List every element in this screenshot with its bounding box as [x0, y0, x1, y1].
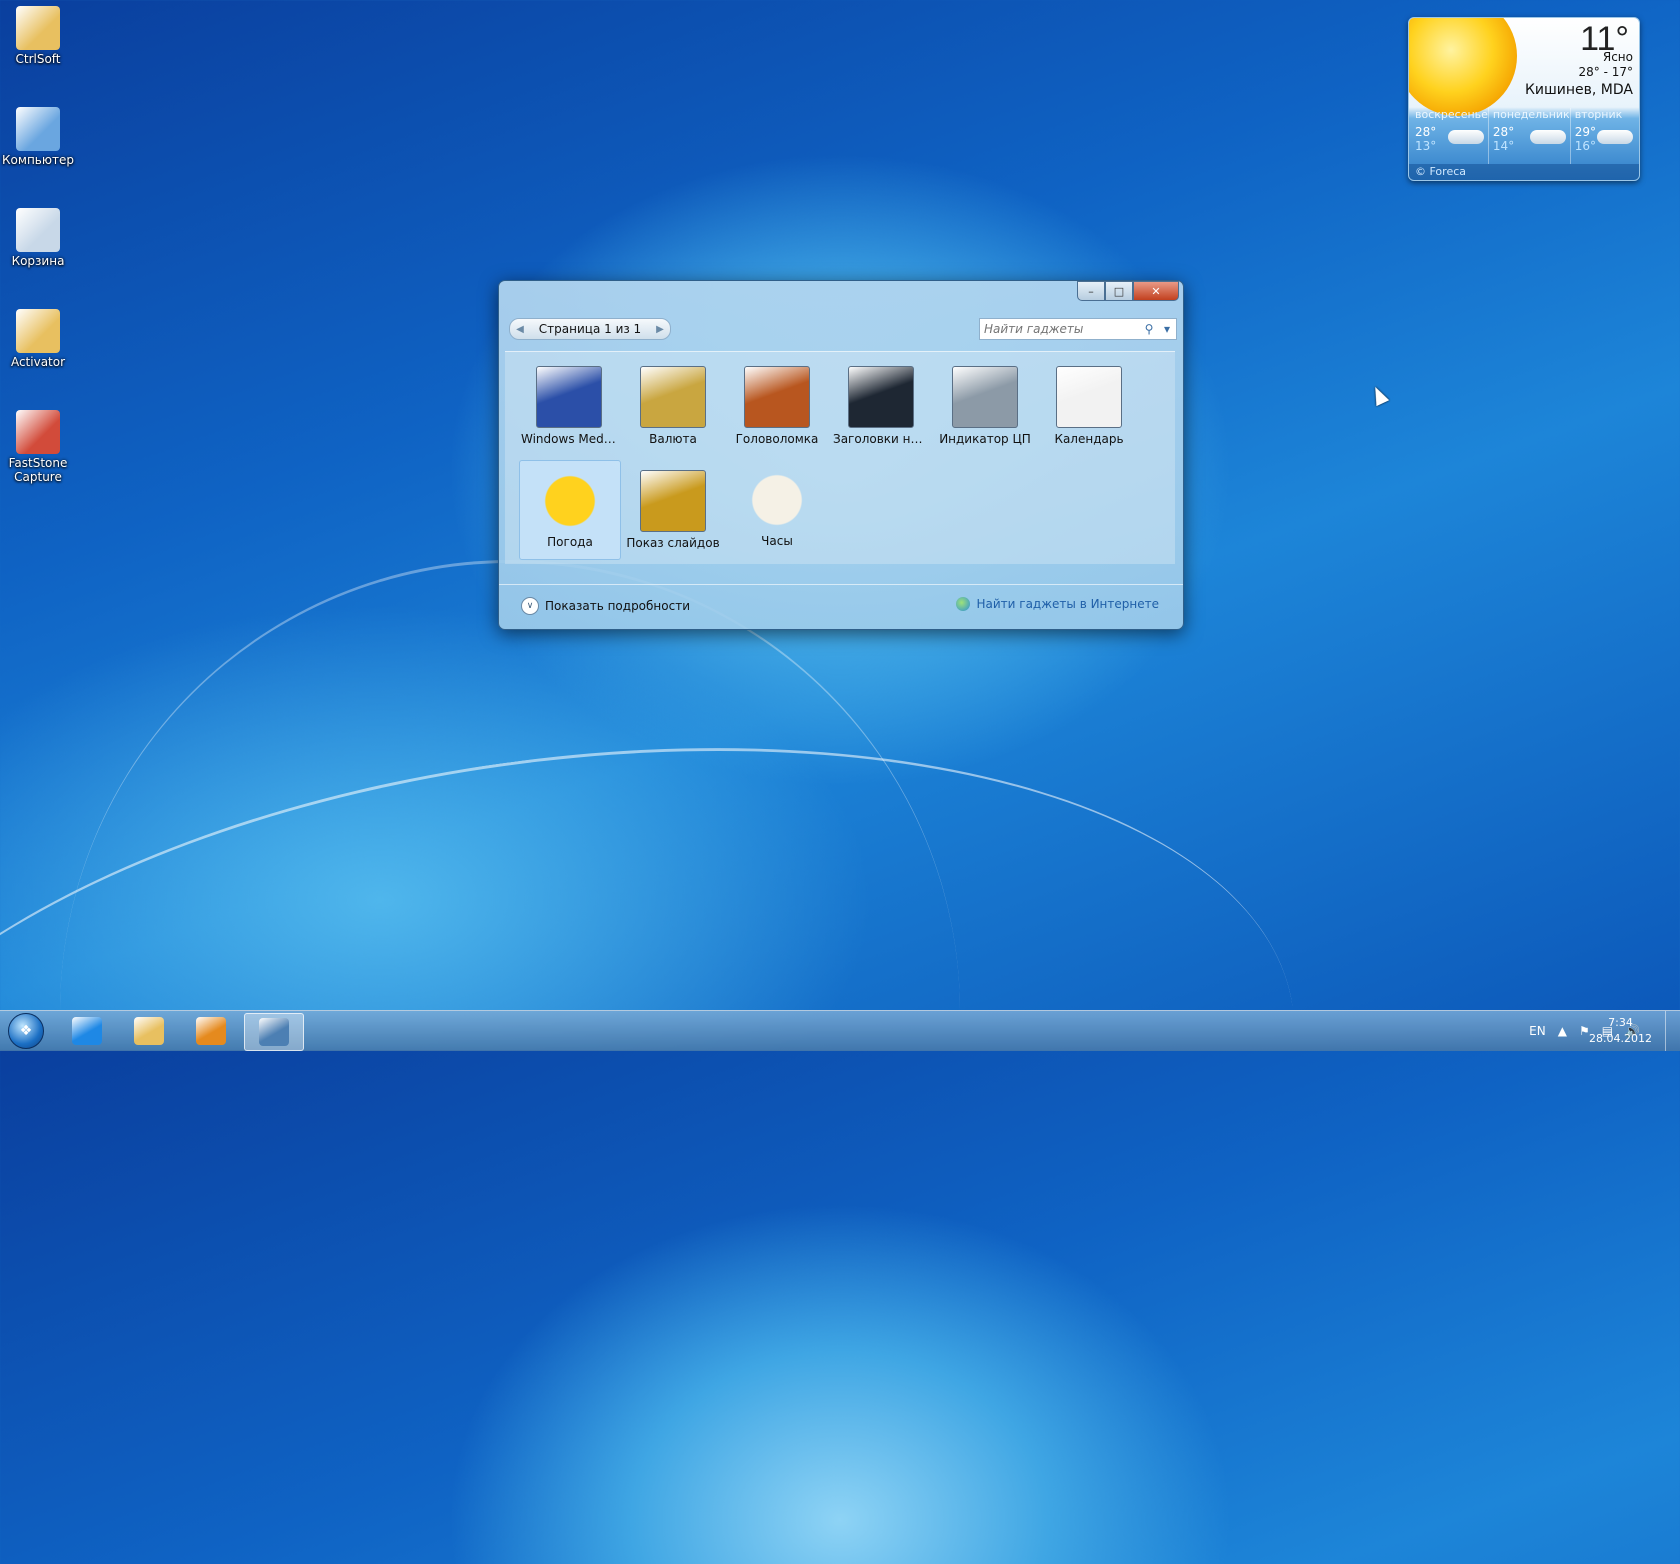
desktop-icon-label: Корзина — [11, 254, 65, 268]
taskbar: ❖ EN ▲ ⚑ ▤ 🔊 7:34 28.04.2012 — [0, 1010, 1680, 1051]
language-indicator[interactable]: EN — [1529, 1024, 1546, 1038]
gadget-tile[interactable]: Календарь — [1039, 356, 1139, 454]
puzzle-icon — [744, 366, 810, 428]
computer-icon — [16, 107, 60, 151]
desktop-icon[interactable]: Activator — [0, 303, 76, 369]
gadget-label: Часы — [761, 534, 793, 548]
desktop-icon-label: Компьютер — [2, 153, 74, 167]
gadget-tile[interactable]: Индикатор ЦП — [935, 356, 1035, 454]
clock-time: 7:34 — [1608, 1016, 1633, 1029]
forecast-day-name: понедельник — [1492, 108, 1570, 121]
forecast-day-name: вторник — [1574, 108, 1623, 121]
show-hidden-icons[interactable]: ▲ — [1558, 1024, 1567, 1038]
weather-provider[interactable]: © Foreca — [1409, 164, 1639, 180]
file-explorer-icon — [134, 1017, 164, 1045]
currency-icon — [640, 366, 706, 428]
taskbar-button[interactable] — [244, 1013, 304, 1051]
gadget-tile[interactable]: Windows Media... — [519, 356, 619, 454]
gadget-grid: Windows Media... Валюта Головоломка Заголов… — [505, 351, 1175, 564]
gadget-search: ⚲ ▾ — [979, 318, 1177, 340]
cloud-icon — [1597, 130, 1633, 144]
search-input[interactable] — [980, 321, 1140, 337]
windows-logo-icon: ❖ — [8, 1013, 44, 1049]
start-button[interactable]: ❖ — [2, 1011, 50, 1051]
window-controls: – □ ✕ — [1077, 281, 1179, 301]
page-navigator: ◀ Страница 1 из 1 ▶ — [509, 318, 671, 340]
gadget-tile[interactable]: Заголовки нов... — [831, 356, 931, 454]
show-details-label: Показать подробности — [545, 599, 690, 613]
forecast-day: вторник 29° 16° — [1571, 108, 1637, 164]
desktop-icon[interactable]: CtrlSoft — [0, 0, 76, 66]
faststone-capture-icon — [16, 410, 60, 454]
show-details-toggle[interactable]: ∨ Показать подробности — [521, 597, 690, 615]
feed-headlines-icon — [848, 366, 914, 428]
desktop-icon-label: FastStone Capture — [8, 456, 68, 484]
desktop-icon-label: CtrlSoft — [15, 52, 61, 66]
desktop-icon[interactable]: Компьютер — [0, 101, 76, 167]
desktop-icon[interactable]: Корзина — [0, 202, 76, 268]
gadget-label: Погода — [547, 535, 593, 549]
cpu-meter-icon — [952, 366, 1018, 428]
gadget-tile[interactable]: Головоломка — [727, 356, 827, 454]
close-button[interactable]: ✕ — [1133, 281, 1179, 301]
chevron-down-icon[interactable]: ▾ — [1158, 322, 1176, 336]
gadget-tile[interactable]: Погода — [519, 460, 621, 560]
gadget-label: Windows Media... — [521, 432, 619, 446]
forecast-day: понедельник 28° 14° — [1489, 108, 1571, 164]
weather-city: Кишинев, MDA — [1524, 82, 1633, 98]
sun-icon — [1409, 18, 1517, 116]
gadget-gallery-window: – □ ✕ ◀ Страница 1 из 1 ▶ ⚲ ▾ Windows Me… — [498, 280, 1184, 630]
gadget-label: Индикатор ЦП — [939, 432, 1031, 446]
folder-icon — [16, 309, 60, 353]
gadget-label: Календарь — [1054, 432, 1124, 446]
maximize-button[interactable]: □ — [1105, 281, 1133, 301]
page-indicator: Страница 1 из 1 — [538, 322, 642, 336]
gadget-label: Валюта — [649, 432, 697, 446]
mouse-cursor — [1368, 383, 1390, 407]
weather-condition: Ясно — [1602, 50, 1633, 64]
weather-gadget[interactable]: 11° Ясно 28° - 17° Кишинев, MDA воскресе… — [1408, 17, 1640, 181]
temperature-range: 28° - 17° — [1578, 65, 1634, 79]
weather-sun-icon — [538, 471, 602, 531]
get-more-gadgets-link[interactable]: Найти гаджеты в Интернете — [956, 597, 1159, 611]
gadget-tile[interactable]: Валюта — [623, 356, 723, 454]
show-desktop-button[interactable] — [1665, 1011, 1680, 1051]
chevron-down-icon: ∨ — [521, 597, 539, 615]
gallery-footer: ∨ Показать подробности Найти гаджеты в И… — [499, 584, 1183, 629]
desktop-icon[interactable]: FastStone Capture — [0, 404, 76, 484]
cloud-icon — [1529, 130, 1566, 144]
slideshow-icon — [640, 470, 706, 532]
gadget-label: Головоломка — [735, 432, 819, 446]
search-icon[interactable]: ⚲ — [1140, 322, 1158, 336]
clock-icon — [745, 470, 809, 530]
clock-date: 28.04.2012 — [1589, 1032, 1652, 1045]
recycle-bin-icon — [16, 208, 60, 252]
clock[interactable]: 7:34 28.04.2012 — [1589, 1015, 1652, 1047]
forecast-list: воскресенье 28° 13° понедельник 28° 14° … — [1411, 108, 1637, 164]
gadget-label: Заголовки нов... — [833, 432, 931, 446]
taskbar-button[interactable] — [182, 1013, 240, 1049]
gadget-tile[interactable]: Показ слайдов — [623, 460, 723, 558]
previous-page-button[interactable]: ◀ — [510, 319, 530, 339]
forecast-day-name: воскресенье — [1415, 108, 1488, 121]
globe-icon — [956, 597, 971, 611]
gadgets-icon — [259, 1018, 289, 1046]
windows-media-center-icon — [536, 366, 602, 428]
taskbar-button[interactable] — [120, 1013, 178, 1049]
forecast-day: воскресенье 28° 13° — [1411, 108, 1489, 164]
next-page-button[interactable]: ▶ — [650, 319, 670, 339]
folder-user-icon — [16, 6, 60, 50]
taskbar-button[interactable] — [58, 1013, 116, 1049]
desktop-icon-label: Activator — [10, 355, 66, 369]
gadget-label: Показ слайдов — [626, 536, 720, 550]
online-link-label: Найти гаджеты в Интернете — [976, 597, 1159, 611]
cloud-icon — [1447, 130, 1484, 144]
media-player-icon — [196, 1017, 226, 1045]
internet-explorer-icon — [72, 1017, 102, 1045]
calendar-icon — [1056, 366, 1122, 428]
minimize-button[interactable]: – — [1077, 281, 1105, 301]
gadget-tile[interactable]: Часы — [727, 460, 827, 558]
